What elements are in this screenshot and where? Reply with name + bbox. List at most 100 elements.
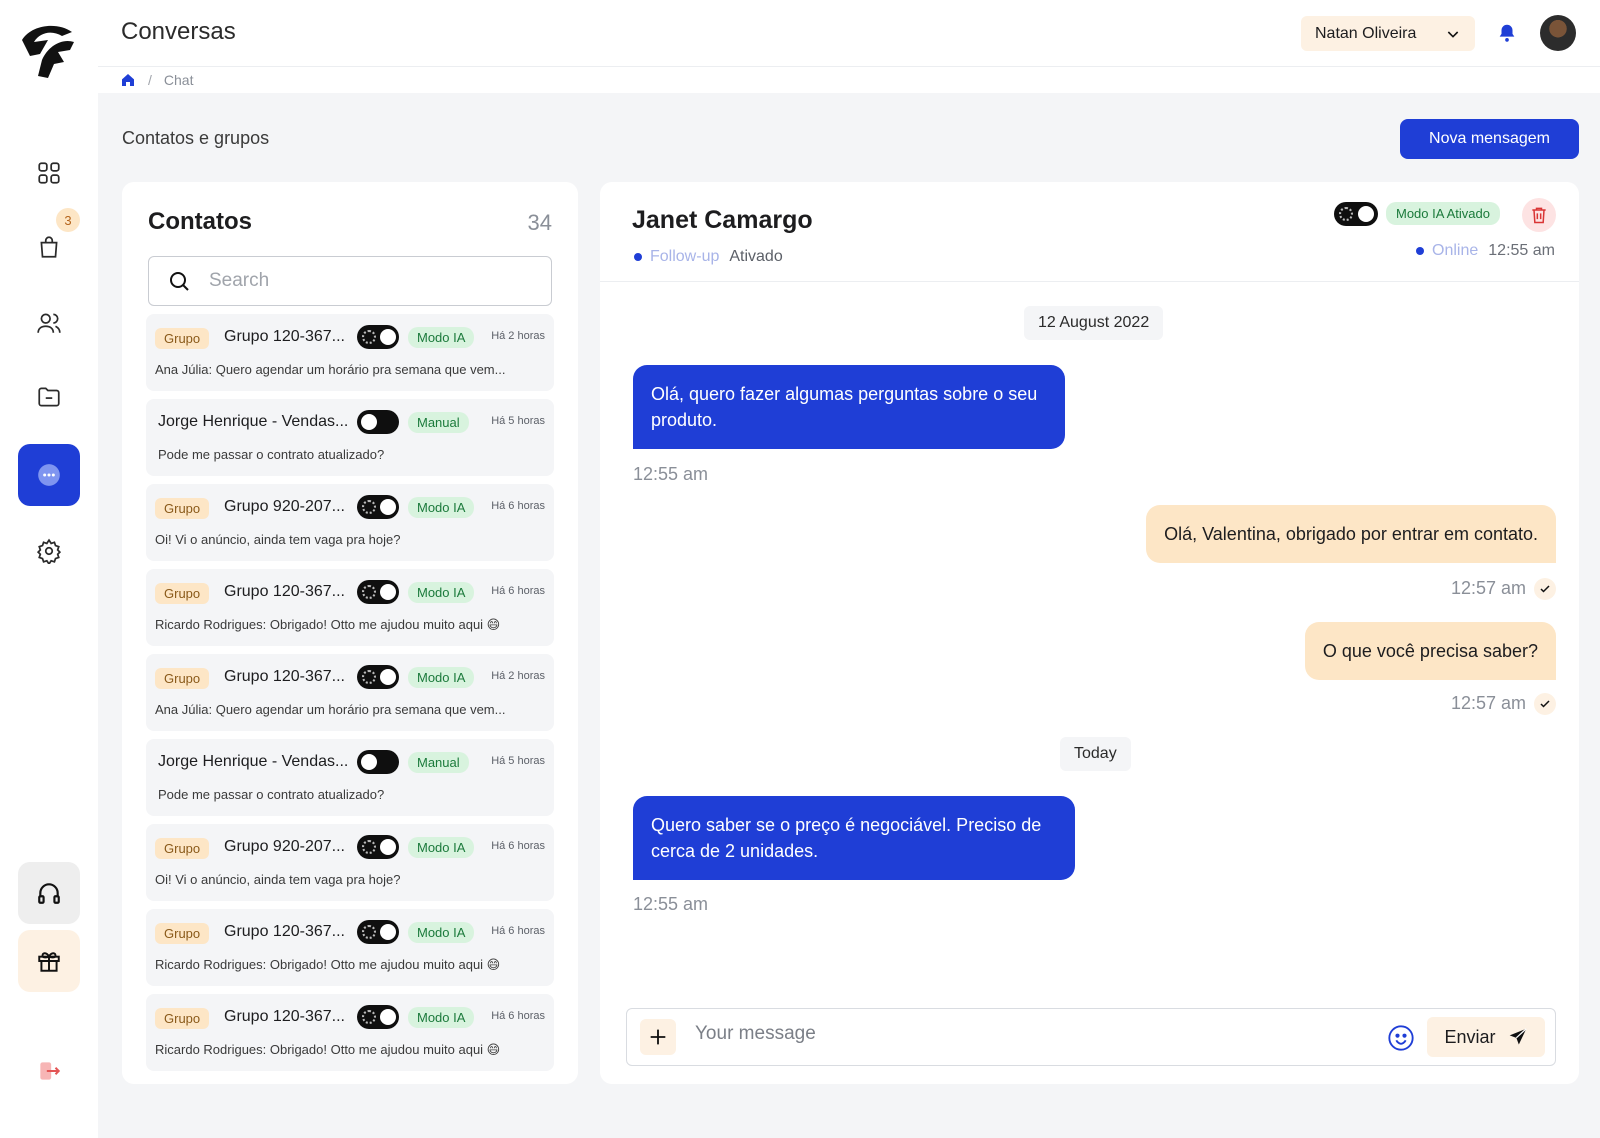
user-name: Natan Oliveira bbox=[1315, 24, 1417, 42]
contacts-count: 34 bbox=[527, 210, 552, 235]
delete-chat-button[interactable] bbox=[1522, 198, 1556, 232]
breadcrumb-current[interactable]: Chat bbox=[164, 72, 194, 88]
cart-badge: 3 bbox=[56, 208, 80, 232]
new-message-button[interactable]: Nova mensagem bbox=[1400, 119, 1579, 159]
online-dot bbox=[1416, 247, 1425, 255]
toggle-knob bbox=[380, 924, 396, 940]
nav-users[interactable] bbox=[18, 292, 80, 354]
contact-name: Grupo 120-367... bbox=[224, 1008, 345, 1025]
send-button[interactable]: Enviar bbox=[1427, 1017, 1545, 1057]
nav-files[interactable] bbox=[18, 366, 80, 428]
contact-name: Grupo 120-367... bbox=[224, 583, 345, 600]
online-status: Online 12:55 am bbox=[1416, 242, 1555, 260]
contact-time: Há 6 horas bbox=[491, 1010, 545, 1022]
contact-time: Há 6 horas bbox=[491, 500, 545, 512]
user-selector[interactable]: Natan Oliveira bbox=[1301, 16, 1475, 51]
folder-icon bbox=[38, 387, 60, 407]
list-item[interactable]: Grupo Grupo 120-367... Modo IA Há 6 hora… bbox=[146, 569, 554, 646]
ai-toggle[interactable] bbox=[357, 1005, 399, 1029]
message-incoming: Quero saber se o preço é negociável. Pre… bbox=[633, 796, 1075, 880]
contact-preview: Ana Júlia: Quero agendar um horário pra … bbox=[155, 362, 506, 377]
chat-panel: Janet Camargo Follow-up Ativado Modo IA … bbox=[600, 182, 1579, 1084]
top-header: Conversas Natan Oliveira bbox=[98, 0, 1600, 67]
message-incoming: Olá, quero fazer algumas perguntas sobre… bbox=[633, 365, 1065, 449]
emoji-icon[interactable] bbox=[1387, 1024, 1415, 1052]
mode-badge: Manual bbox=[408, 412, 469, 433]
followup-label: Follow-up bbox=[650, 248, 720, 265]
contacts-panel: Contatos 34 Grupo Grupo 120-367... Modo … bbox=[122, 182, 578, 1084]
message-composer: Enviar bbox=[626, 1008, 1556, 1066]
mode-badge: Modo IA bbox=[408, 497, 475, 518]
ai-gear-icon bbox=[362, 500, 376, 514]
list-item[interactable]: Grupo Grupo 920-207... Modo IA Há 6 hora… bbox=[146, 484, 554, 561]
search-icon bbox=[170, 272, 189, 291]
mode-badge: Modo IA bbox=[408, 667, 475, 688]
list-item[interactable]: Grupo Grupo 120-367... Modo IA Há 2 hora… bbox=[146, 654, 554, 731]
attach-button[interactable] bbox=[640, 1019, 676, 1055]
bell-icon[interactable] bbox=[1496, 22, 1518, 44]
online-time: 12:55 am bbox=[1488, 242, 1555, 259]
ai-toggle[interactable] bbox=[357, 580, 399, 604]
search-input[interactable] bbox=[209, 270, 529, 292]
toggle-knob bbox=[380, 1009, 396, 1025]
followup-dot bbox=[634, 253, 642, 261]
nav-support[interactable] bbox=[18, 862, 80, 924]
read-check-icon bbox=[1534, 693, 1556, 715]
headphones-icon bbox=[38, 883, 60, 904]
nav-gift[interactable] bbox=[18, 930, 80, 992]
list-item[interactable]: Grupo Grupo 920-207... Modo IA Há 6 hora… bbox=[146, 824, 554, 901]
list-item[interactable]: Jorge Henrique - Vendas... Manual Há 5 h… bbox=[146, 739, 554, 816]
chevron-down-icon bbox=[1447, 30, 1459, 38]
home-icon[interactable] bbox=[120, 72, 136, 88]
breadcrumb: / Chat bbox=[98, 67, 1600, 93]
nav-chat[interactable] bbox=[18, 444, 80, 506]
brand-logo-icon[interactable] bbox=[18, 22, 78, 82]
nav-orders[interactable]: 3 bbox=[18, 208, 80, 278]
nav-dashboard[interactable] bbox=[18, 142, 80, 204]
ai-gear-icon bbox=[1339, 207, 1353, 221]
ai-toggle[interactable] bbox=[357, 495, 399, 519]
list-item[interactable]: Grupo Grupo 120-367... Modo IA Há 6 hora… bbox=[146, 994, 554, 1071]
group-tag: Grupo bbox=[155, 668, 210, 689]
ai-toggle[interactable] bbox=[357, 410, 399, 434]
online-label: Online bbox=[1432, 242, 1479, 259]
section-title: Contatos e grupos bbox=[122, 128, 270, 148]
search-box[interactable] bbox=[148, 256, 552, 306]
toggle-knob bbox=[361, 754, 377, 770]
trash-icon bbox=[1532, 207, 1546, 224]
nav-logout[interactable] bbox=[18, 1040, 80, 1102]
gear-icon bbox=[36, 538, 62, 564]
contact-time: Há 6 horas bbox=[491, 840, 545, 852]
contact-preview: Pode me passar o contrato atualizado? bbox=[158, 447, 385, 462]
shopping-bag-icon bbox=[40, 236, 58, 258]
contact-name: Grupo 920-207... bbox=[224, 838, 345, 855]
message-time: 12:57 am bbox=[1450, 578, 1526, 598]
gift-icon bbox=[38, 952, 60, 972]
ai-gear-icon bbox=[362, 840, 376, 854]
ai-toggle[interactable] bbox=[357, 665, 399, 689]
message-time: 12:57 am bbox=[1450, 693, 1526, 713]
ai-toggle[interactable] bbox=[357, 750, 399, 774]
list-item[interactable]: Grupo Grupo 120-367... Modo IA Há 2 hora… bbox=[146, 314, 554, 391]
message-time: 12:55 am bbox=[633, 464, 709, 484]
list-item[interactable]: Jorge Henrique - Vendas... Manual Há 5 h… bbox=[146, 399, 554, 476]
message-outgoing: Olá, Valentina, obrigado por entrar em c… bbox=[1146, 505, 1556, 563]
toggle-knob bbox=[380, 584, 396, 600]
breadcrumb-separator: / bbox=[148, 72, 152, 88]
user-avatar[interactable] bbox=[1540, 15, 1576, 51]
message-input[interactable] bbox=[695, 1023, 1355, 1045]
contact-preview: Pode me passar o contrato atualizado? bbox=[158, 787, 385, 802]
contact-time: Há 2 horas bbox=[491, 330, 545, 342]
ai-toggle[interactable] bbox=[357, 325, 399, 349]
ai-gear-icon bbox=[362, 330, 376, 344]
chat-ai-toggle[interactable] bbox=[1334, 202, 1378, 226]
nav-settings[interactable] bbox=[18, 520, 80, 582]
ai-toggle[interactable] bbox=[357, 920, 399, 944]
ai-toggle[interactable] bbox=[357, 835, 399, 859]
date-separator: Today bbox=[1060, 737, 1131, 771]
contact-time: Há 5 horas bbox=[491, 415, 545, 427]
send-label: Enviar bbox=[1444, 1026, 1496, 1047]
contact-name: Jorge Henrique - Vendas... bbox=[158, 753, 349, 770]
list-item[interactable]: Grupo Grupo 120-367... Modo IA Há 6 hora… bbox=[146, 909, 554, 986]
mode-badge: Manual bbox=[408, 752, 469, 773]
